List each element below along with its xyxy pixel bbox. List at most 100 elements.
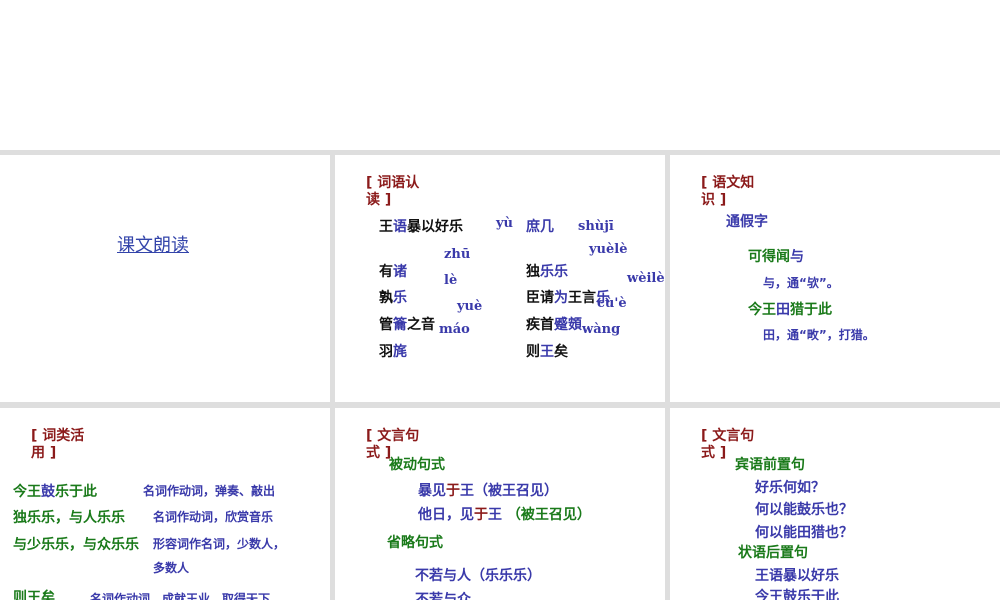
text-segment: 不若与人（乐乐乐） [415,568,541,584]
text-segment: 今王鼓乐于此 [755,589,839,600]
text-segment: 名词作动词，弹奏、敲出 [143,484,276,498]
text-segment: 与 [790,249,804,265]
example-line: 不若与众 [415,591,471,600]
text-segment: 何以能鼓乐也？ [755,502,853,518]
text-segment: 暴以好乐 [407,219,463,235]
text-segment: 宾语前置句 [735,457,805,473]
text-segment: 语 [393,219,407,235]
vocab-line: 则王矣 [526,343,568,361]
text-segment: 乐乐 [540,264,568,280]
text-segment: 可得闻 [748,249,790,265]
text-segment: 何以能田猎也？ [755,525,853,541]
example-line: 可得闻与 [748,248,804,266]
text-segment: 与，通“欤”。 [763,276,839,290]
section-heading: 状语后置句 [738,544,808,562]
text-segment: 王言 [568,290,596,306]
pinyin: shùjī [578,219,614,234]
vocab-line: 疾首蹙頞 [526,316,582,334]
text-segment: 名词作动词，成就王业，取得天下 [90,592,271,600]
example-line: 何以能鼓乐也？ [755,501,853,519]
example-line: 今王田猎于此 [748,301,832,319]
pinyin: wèilè [627,271,665,286]
panel-vocabulary: [ 词语认读 ] 王语暴以好乐 有诸 孰乐 管籥之音 羽旄 庶几 独乐乐 臣请为… [335,155,665,402]
example-line: 何以能田猎也？ [755,524,853,542]
text-segment: （被王召见） [506,507,591,523]
text-segment: 王 [488,507,507,523]
text-segment: 于 [474,507,488,523]
vocab-line: 王语暴以好乐 [379,218,463,236]
text-segment: 形容词作名词，少数人， [153,537,286,551]
text-segment: 有 [379,264,393,280]
text-segment: 管 [379,317,393,333]
vocab-line: 羽旄 [379,343,407,361]
note-line: 名词作动词，成就王业，取得天下 [90,590,270,600]
vocab-line: 有诸 [379,263,407,281]
text-segment: 为 [554,290,568,306]
text-segment: 名词作动词，欣赏音乐 [153,510,274,524]
example-line: 王语暴以好乐 [755,567,839,585]
text-segment: 乐 [393,290,407,306]
text-segment: 他日，见 [418,507,474,523]
text-segment: 矣 [554,344,568,360]
pinyin: lè [444,273,458,288]
note-line: 名词作动词，欣赏音乐 [153,508,273,526]
vocab-line: 管籥之音 [379,316,435,334]
text-segment: 与少乐乐，与众乐乐 [13,537,139,553]
reading-link[interactable]: 课文朗读 [117,231,189,257]
text-segment: 通假字 [726,214,768,230]
vocab-line: 独乐乐 [526,263,568,281]
text-segment: 于 [446,483,460,499]
text-segment: 则王矣 [13,590,55,600]
vocab-line: 庶几 [526,218,554,236]
section-heading: 被动句式 [389,456,445,474]
text-segment: 蹙頞 [554,317,582,333]
text-segment: 田，通“畋”，打猎。 [763,328,875,342]
text-segment: 诸 [393,264,407,280]
example-line: 不若与人（乐乐乐） [415,567,541,585]
text-segment: 今王 [748,302,776,318]
text-segment: 乐于此 [55,484,97,500]
panel-sentence-patterns-2: [ 文言句式 ] 宾语前置句 好乐何如？ 何以能鼓乐也？ 何以能田猎也？ 状语后… [670,408,1000,600]
example-line: 今王鼓乐于此 [13,483,97,501]
text-segment: 猎于此 [790,302,832,318]
section-heading: 通假字 [726,213,768,231]
panel-reading: 课文朗读 [0,155,330,402]
text-segment: 臣请 [526,290,554,306]
text-segment: 王 [540,344,554,360]
text-segment: 王（被王召见） [460,483,558,499]
text-segment: 独 [526,264,540,280]
text-segment: 孰 [379,290,393,306]
note-line: 名词作动词，弹奏、敲出 [143,482,275,500]
pinyin: zhū [444,247,471,262]
panel-title: [ 词类活用 ] [31,428,85,461]
slide-grid: 课文朗读 [ 词语认读 ] 王语暴以好乐 有诸 孰乐 管籥之音 羽旄 庶几 独乐… [0,150,1000,600]
text-segment: 今王 [13,484,41,500]
text-segment: 羽 [379,344,393,360]
text-segment: 庶几 [526,219,554,235]
pinyin: máo [439,322,470,337]
text-segment: 鼓 [41,484,55,500]
text-segment: 籥 [393,317,407,333]
example-line: 独乐乐，与人乐乐 [13,509,125,527]
text-segment: 之音 [407,317,435,333]
pinyin: yuè [457,299,483,314]
panel-title: [ 语文知识 ] [701,175,755,208]
example-line: 好乐何如？ [755,479,825,497]
panel-sentence-patterns-1: [ 文言句式 ] 被动句式 暴见于王（被王召见） 他日，见于王 （被王召见） 省… [335,408,665,600]
vocab-line: 孰乐 [379,289,407,307]
example-line: 与少乐乐，与众乐乐 [13,536,139,554]
text-segment: 疾首 [526,317,554,333]
section-heading: 宾语前置句 [735,456,805,474]
text-segment: 独乐乐，与人乐乐 [13,510,125,526]
note-line: 田，通“畋”，打猎。 [763,326,875,344]
text-segment: 状语后置句 [738,545,808,561]
text-segment: 田 [776,302,790,318]
pinyin: yù [496,216,514,231]
note-line: 形容词作名词，少数人， [153,535,285,553]
text-segment: 则 [526,344,540,360]
panel-knowledge: [ 语文知识 ] 通假字 可得闻与 与，通“欤”。 今王田猎于此 田，通“畋”，… [670,155,1000,402]
panel-title: [ 词语认读 ] [366,175,420,208]
example-line: 他日，见于王 （被王召见） [418,506,591,524]
text-segment: 王 [379,219,393,235]
example-line: 则王矣 [13,589,55,600]
